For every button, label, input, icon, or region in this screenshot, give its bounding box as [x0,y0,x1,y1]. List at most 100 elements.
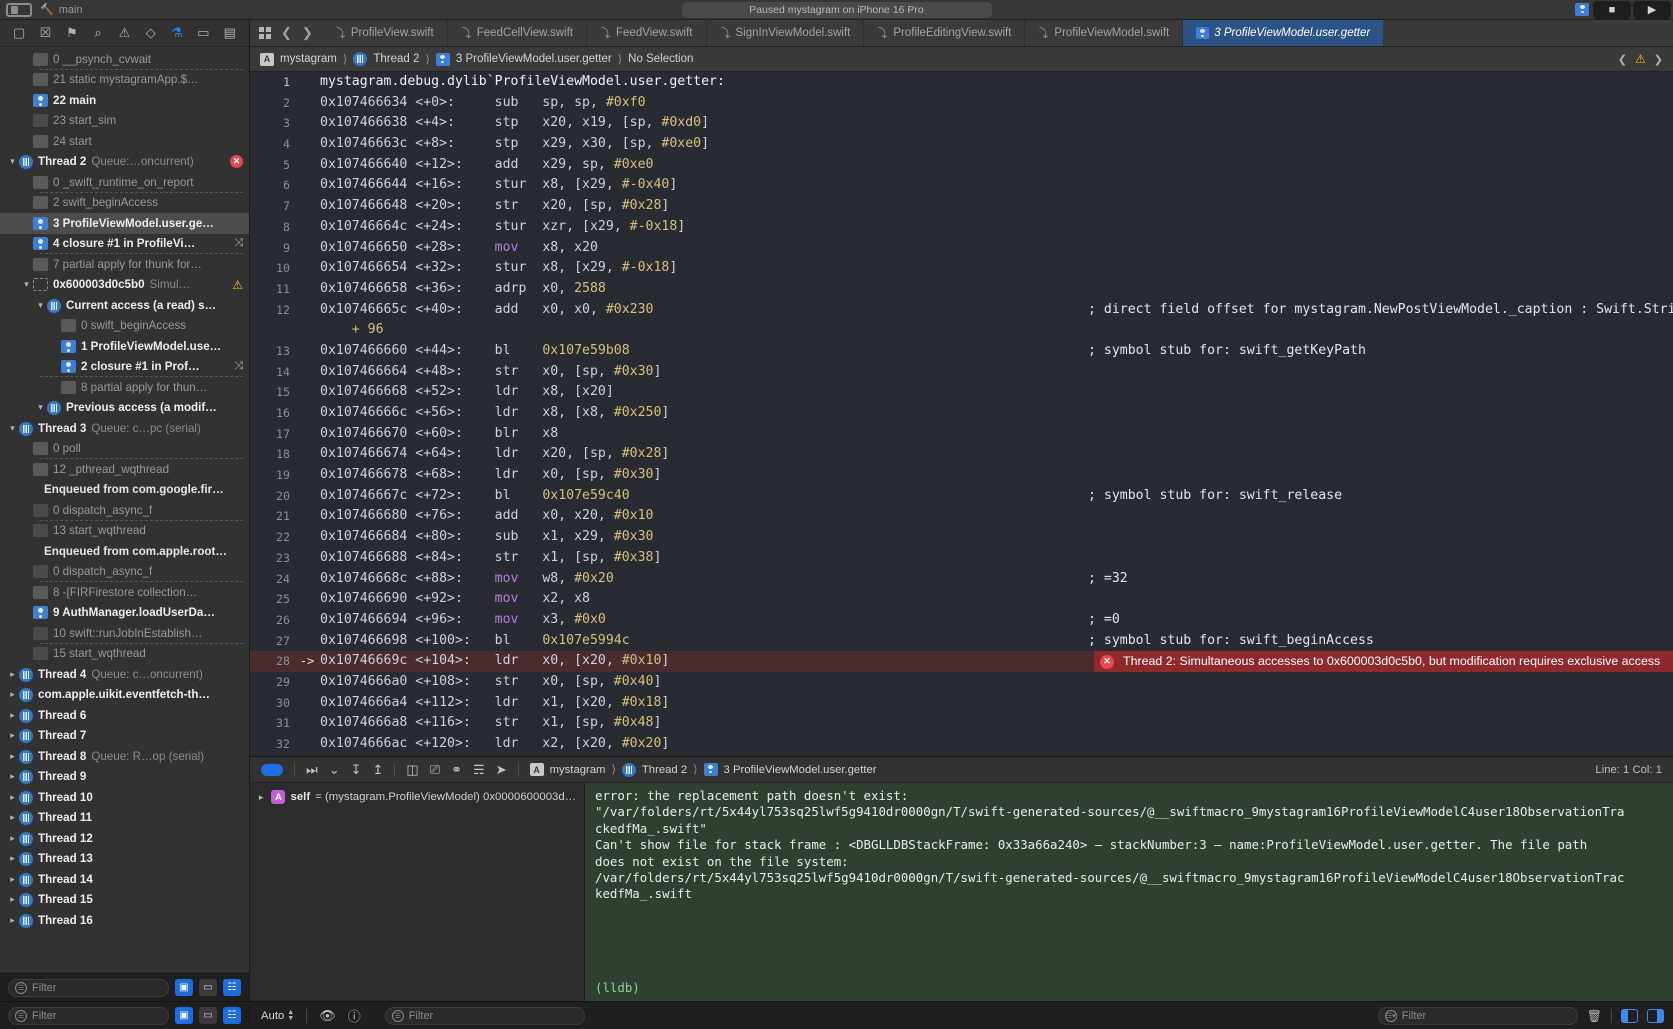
editor-options-icon[interactable] [259,27,271,39]
thread-row[interactable]: 3 ProfileViewModel.user.ge… [0,213,249,234]
editor-tab[interactable]: ⤵ FeedView.swift [587,20,707,46]
chevron-right-icon[interactable]: ▸ [6,689,19,700]
thread-row[interactable]: ▾ Thread 2 Queue:…oncurrent) ✕ [0,152,249,173]
thread-row[interactable]: 15 start_wqthread [0,644,249,665]
assembly-view[interactable]: 1 mystagram.debug.dylib`ProfileViewModel.… [250,72,1673,756]
assembly-line[interactable]: 8 0x10746664c <+24>: stur xzr, [x29, #-0x… [250,217,1673,238]
go-back-icon[interactable]: ❮ [281,25,292,41]
thread-row[interactable]: 10 swift::runJobInEstablish… [0,623,249,644]
editor-tab[interactable]: ⤵ ProfileViewModel.swift [1025,20,1184,46]
debug-navigator-icon[interactable]: ⚗ [168,25,186,42]
assembly-line[interactable]: 5 0x107466640 <+12>: add x29, sp, #0xe0 [250,155,1673,176]
assembly-line[interactable]: 4 0x10746663c <+8>: stp x29, x30, [sp, #0… [250,134,1673,155]
toggle-console-pane-icon[interactable] [1647,1008,1664,1023]
thread-row[interactable]: ▸ Thread 10 [0,787,249,808]
chevron-right-icon[interactable]: ▸ [6,751,19,762]
assembly-line[interactable]: 30 0x1074666a4 <+112>: ldr x1, [x20, #0x1… [250,693,1673,714]
scheme-selector[interactable]: 🔨 main [32,3,83,17]
thread-row[interactable]: ▸ Thread 8 Queue: R…op (serial) [0,746,249,767]
stop-button[interactable]: ■ [1593,0,1631,19]
thread-row[interactable]: ▸ Thread 7 [0,726,249,747]
jumpbar-thread[interactable]: Thread 2 [373,53,419,65]
step-out-icon[interactable]: ↥ [373,762,384,778]
chevron-down-icon[interactable]: ▾ [34,402,47,413]
thread-row[interactable]: 0 dispatch_async_f [0,562,249,582]
jumpbar-project[interactable]: mystagram [280,53,337,65]
chevron-right-icon[interactable]: ▸ [6,710,19,721]
thread-row[interactable]: 0 swift_beginAccess [0,316,249,337]
jumpbar-frame[interactable]: 3 ProfileViewModel.user.getter [456,53,612,65]
assembly-line[interactable]: 26 0x107466694 <+96>: mov x3, #0x0 ; =0 [250,610,1673,631]
thread-row[interactable]: ▸ Thread 16 [0,910,249,931]
clear-console-icon[interactable]: 🗑 [1587,1009,1602,1023]
thread-row[interactable]: ▾ Thread 3 Queue: c…pc (serial) [0,418,249,439]
assembly-line[interactable]: 18 0x107466674 <+64>: ldr x20, [sp, #0x28… [250,444,1673,465]
thread-row[interactable]: 7 partial apply for thunk for… [0,254,249,275]
debug-crumb-frame[interactable]: 3 ProfileViewModel.user.getter [724,764,877,776]
thread-row[interactable]: ▾ Current access (a read) s… [0,295,249,316]
debug-navigator-list[interactable]: 0 __psynch_cvwait 21 static mystagramApp… [0,47,249,973]
toggle-breakpoints-icon[interactable] [261,763,283,776]
assembly-line[interactable]: 16 0x10746666c <+56>: ldr x8, [x8, #0x250… [250,403,1673,424]
debug-crumb-project[interactable]: mystagram [550,764,606,776]
assembly-line[interactable]: 24 0x10746668c <+88>: mov w8, #0x20 ; =32 [250,569,1673,590]
environment-overrides-icon[interactable]: ☴ [473,762,485,778]
thread-row[interactable]: 13 start_wqthread [0,521,249,542]
console-output[interactable]: error: the replacement path doesn't exis… [585,783,1673,969]
issue-navigator-icon[interactable]: ⚠ [115,25,133,42]
show-only-crashed-icon[interactable]: ▣ [175,979,193,996]
assembly-line[interactable]: 27 0x107466698 <+100>: bl 0x107e5994c ; sy… [250,631,1673,652]
thread-row[interactable]: ▸ com.apple.uikit.eventfetch-th… [0,685,249,706]
chevron-right-icon[interactable]: ▸ [6,915,19,926]
console-filter-field[interactable]: ☰▾ Filter [1377,1006,1578,1025]
thread-row[interactable]: 2 closure #1 in Prof… ⤨ [0,357,249,377]
variable-row[interactable]: ▸ Aself = (mystagram.ProfileViewModel) 0x0… [256,790,578,804]
assembly-line[interactable]: 23 0x107466688 <+84>: str x1, [sp, #0x38] [250,548,1673,569]
chevron-right-icon[interactable]: ▸ [256,792,266,803]
chevron-down-icon[interactable]: ▾ [6,156,19,167]
thread-row[interactable]: ▾ Previous access (a modif… [0,398,249,419]
breakpoint-navigator-icon[interactable]: ▭ [194,25,212,42]
show-process-view-icon[interactable]: ▭ [199,979,217,996]
show-process-view-icon[interactable]: ▭ [199,1007,217,1024]
report-navigator-icon[interactable]: ▤ [221,25,239,42]
assembly-line[interactable]: + 96 [250,320,1673,341]
thread-row[interactable]: 1 ProfileViewModel.use… [0,336,249,357]
thread-row[interactable]: 0 _swift_runtime_on_report [0,172,249,193]
thread-row[interactable]: 4 closure #1 in ProfileVi… ⤨ [0,234,249,254]
chevron-right-icon[interactable]: ▸ [6,874,19,885]
folder-icon[interactable]: ▢ [10,25,28,42]
assembly-line[interactable]: 15 0x107466668 <+52>: ldr x8, [x20] [250,382,1673,403]
thread-row[interactable]: 8 partial apply for thun… [0,377,249,398]
assembly-line[interactable]: 13 0x107466660 <+44>: bl 0x107e59b08 ; sym… [250,341,1673,362]
chevron-right-icon[interactable]: ▸ [6,730,19,741]
editor-tab[interactable]: 3 ProfileViewModel.user.getter [1183,20,1384,46]
thread-row[interactable]: ▸ Thread 15 [0,890,249,911]
assembly-current-line[interactable]: 28 -> 0x10746669c <+104>: ldr x0, [x20, #0… [250,651,1673,672]
chevron-right-icon[interactable]: ▸ [6,853,19,864]
thread-row[interactable]: ▾ 0x600003d0c5b0 Simul… ⚠ [0,275,249,296]
chevron-right-icon[interactable]: ▸ [6,792,19,803]
editor-tab[interactable]: ⤵ FeedCellView.swift [448,20,588,46]
sidebar-toggle-icon[interactable] [6,2,32,17]
variables-filter-field[interactable]: ☰ Filter [384,1006,585,1025]
assembly-line[interactable]: 29 0x1074666a0 <+108>: str x0, [sp, #0x40… [250,672,1673,693]
editor-tab[interactable]: ⤵ ProfileEditingView.swift [864,20,1026,46]
bookmark-icon[interactable]: ⚑ [63,25,81,42]
assembly-line[interactable]: 11 0x107466658 <+36>: adrp x0, 2588 [250,279,1673,300]
continue-icon[interactable]: ⏭ [306,762,318,778]
navigator-filter-field-2[interactable]: ☰ Filter [8,1006,169,1025]
assembly-line[interactable]: 22 0x107466684 <+80>: sub x1, x29, #0x30 [250,527,1673,548]
thread-row[interactable]: 0 dispatch_async_f [0,500,249,521]
debug-view-hierarchy-icon[interactable]: ⎚ [430,762,440,778]
go-forward-icon[interactable]: ❯ [302,25,313,41]
eye-icon[interactable]: 👁 [319,1008,336,1024]
search-icon[interactable]: ⌕ [89,25,107,42]
assembly-line[interactable]: 6 0x107466644 <+16>: stur x8, [x29, #-0x4… [250,175,1673,196]
thread-row[interactable]: ▸ Thread 9 [0,767,249,788]
simulate-location-icon[interactable]: ➤ [496,762,507,778]
thread-row[interactable]: ▸ Thread 6 [0,705,249,726]
warning-icon[interactable]: ⚠ [1635,52,1646,66]
thread-row[interactable]: 0 __psynch_cvwait [0,49,249,70]
thread-row[interactable]: ▸ Thread 13 [0,849,249,870]
